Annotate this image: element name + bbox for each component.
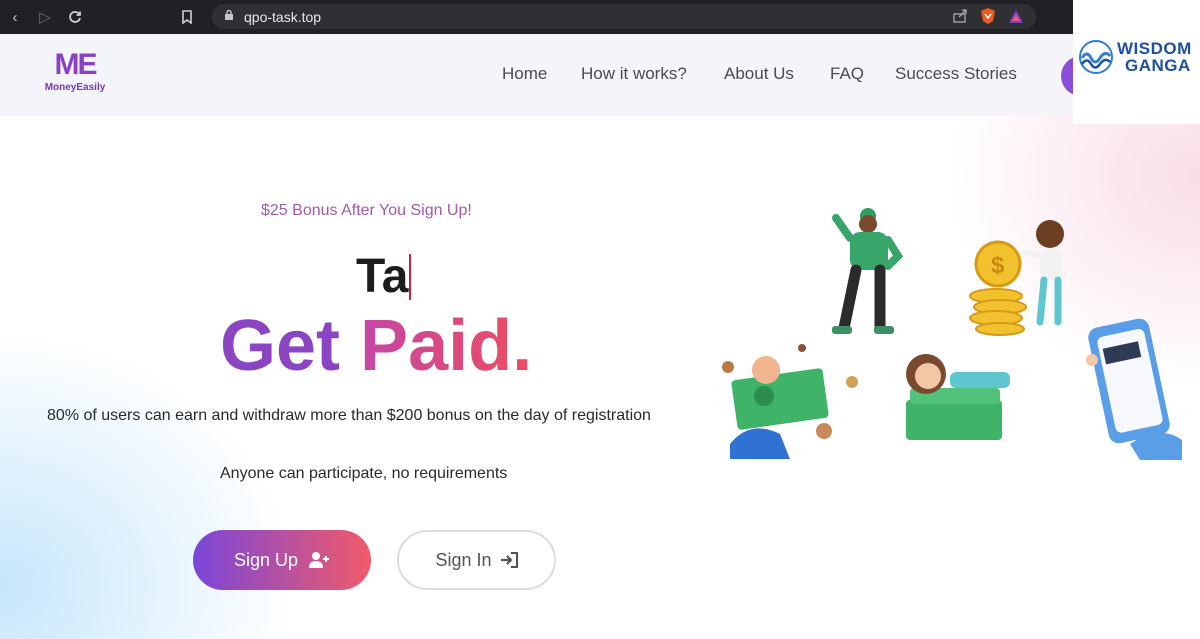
nav-success-stories[interactable]: Success Stories [895, 64, 1017, 84]
woman-on-cash-illustration [906, 354, 1010, 440]
man-character-illustration [832, 208, 904, 334]
logo-letters: ME [54, 48, 98, 81]
logo-name: MoneyEasily [44, 82, 106, 93]
hand-with-money-illustration [722, 344, 858, 459]
brave-shield-icon[interactable] [980, 7, 996, 30]
watermark-line2: GANGA [1125, 56, 1191, 75]
headline-get: Get [220, 306, 341, 386]
url-text: qpo-task.top [244, 8, 322, 25]
user-plus-icon [309, 552, 330, 568]
browser-toolbar: ‹ ▷ qpo-task.top [0, 0, 1073, 34]
svg-text:$: $ [991, 252, 1005, 279]
sign-in-label: Sign In [435, 549, 492, 570]
forward-icon[interactable]: ▷ [30, 0, 60, 34]
sign-up-label: Sign Up [233, 549, 299, 570]
logo[interactable]: ME MoneyEasily [44, 48, 106, 93]
woman-character-illustration [1021, 220, 1064, 326]
nav-how-it-works[interactable]: How it works? [581, 64, 687, 84]
subtitle-requirements: Anyone can participate, no requirements [220, 465, 508, 482]
bookmark-icon[interactable] [172, 0, 202, 34]
wave-logo-icon [1079, 40, 1113, 74]
typed-text: Ta [356, 249, 412, 304]
coin-stack-illustration: $ [969, 240, 1027, 336]
reload-icon[interactable] [60, 0, 90, 34]
back-icon[interactable]: ‹ [0, 0, 30, 34]
headline-paid: Paid. [360, 306, 533, 386]
watermark-line1: WISDOM [1117, 39, 1192, 58]
rewards-icon[interactable] [1008, 9, 1024, 29]
headline: Get Paid. [220, 306, 532, 386]
wisdom-ganga-watermark: WISDOM GANGA [1073, 0, 1200, 124]
hero-illustration: $ [722, 208, 1182, 460]
nav-about-us[interactable]: About Us [724, 64, 794, 84]
bonus-text: $25 Bonus After You Sign Up! [261, 202, 472, 219]
phone-in-hand-illustration [1086, 318, 1182, 460]
subtitle-earnings: 80% of users can earn and withdraw more … [47, 407, 651, 424]
sign-in-button[interactable]: Sign In [397, 530, 556, 590]
nav-home[interactable]: Home [502, 64, 547, 84]
typed-text-content: Ta [356, 250, 409, 303]
sign-in-icon [500, 552, 518, 568]
site-header: ME MoneyEasily Home How it works? About … [0, 34, 1200, 116]
typing-cursor [409, 254, 412, 300]
share-icon[interactable] [953, 9, 968, 28]
nav-faq[interactable]: FAQ [830, 64, 864, 84]
sign-up-button[interactable]: Sign Up [193, 530, 371, 590]
address-bar[interactable]: qpo-task.top [212, 4, 1036, 29]
hero-section: $25 Bonus After You Sign Up! Ta Get Paid… [0, 116, 1200, 639]
lock-icon [224, 8, 234, 26]
